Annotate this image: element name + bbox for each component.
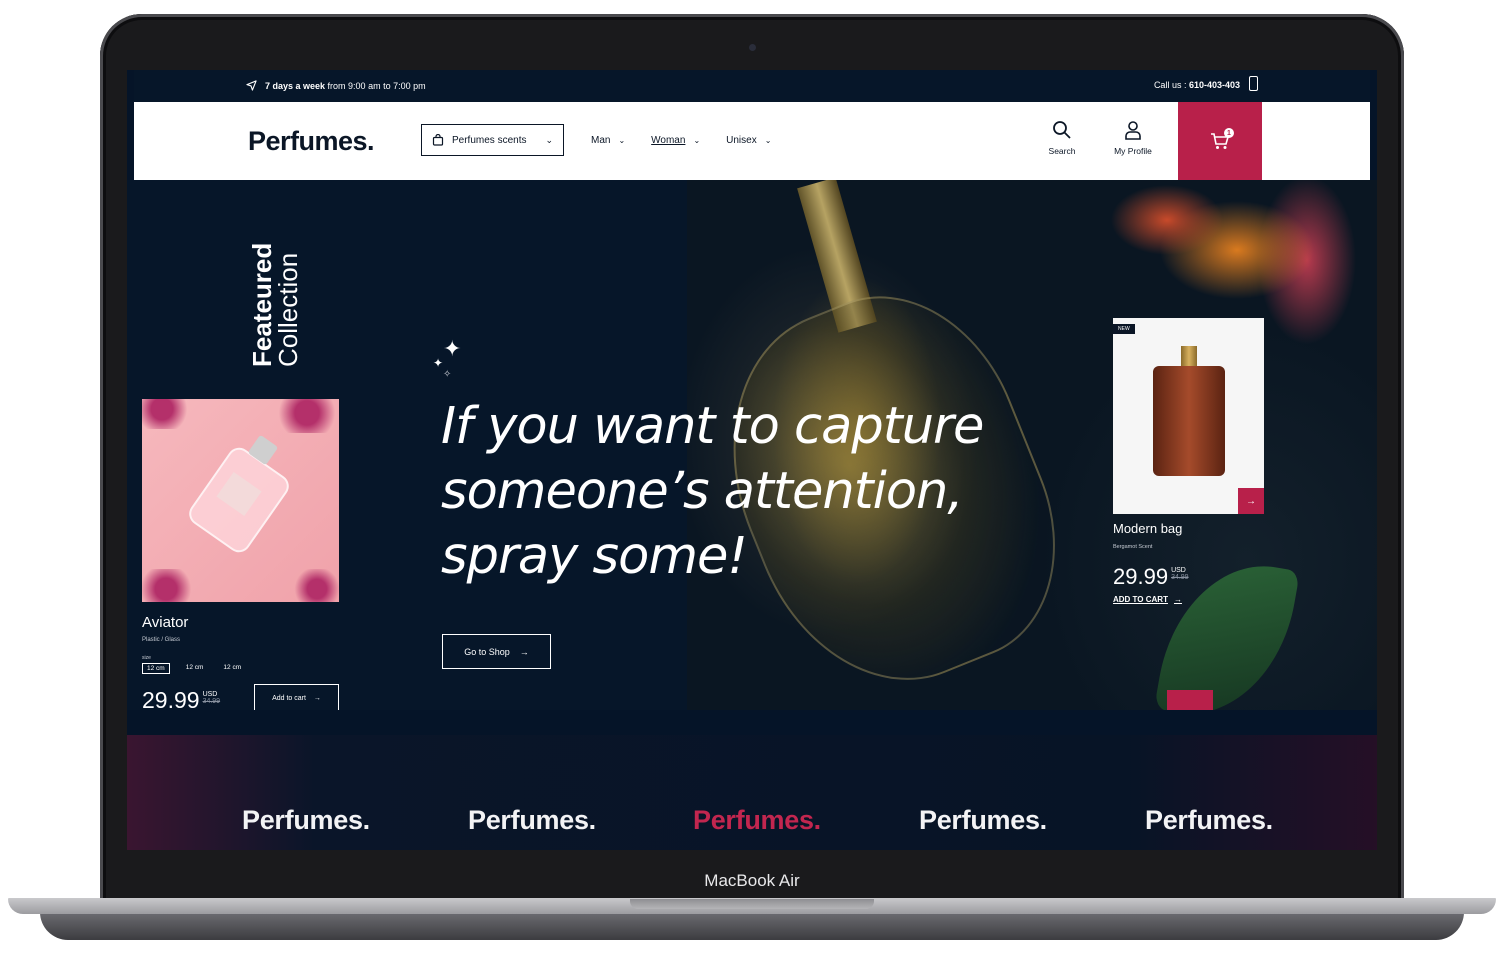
aviator-material: Plastic / Glass: [142, 637, 181, 643]
modern-bag-price-value: 29.99: [1113, 564, 1169, 589]
call-us[interactable]: Call us : 610-403-403: [1154, 80, 1240, 90]
product-arrow-button[interactable]: →: [1238, 488, 1264, 514]
modern-bag-info: Modern bag Bergamot Scent: [1113, 521, 1182, 550]
hinge-notch: [630, 899, 874, 909]
top-info-bar: 7 days a week from 9:00 am to 7:00 pm Ca…: [134, 70, 1370, 102]
search-label: Search: [1048, 146, 1076, 156]
hero-headline: If you want to capture someone’s attenti…: [441, 394, 1001, 589]
floral-decoration: [142, 399, 192, 429]
marquee-logo-highlighted: Perfumes.: [693, 805, 821, 835]
arrow-right-icon: →: [1246, 495, 1256, 507]
marquee-logo: Perfumes.: [242, 805, 370, 835]
menu-man[interactable]: Man ⌄: [591, 135, 625, 146]
price-currency-block: USD 34.99: [1171, 567, 1189, 589]
modern-bag-price: 29.99 USD 34.99: [1113, 565, 1189, 589]
arrow-right-icon: →: [519, 646, 529, 657]
chevron-down-icon: ⌄: [764, 136, 772, 145]
menu-woman[interactable]: Woman ⌄: [651, 135, 700, 146]
menu-man-label: Man: [591, 135, 611, 146]
marquee-logo: Perfumes.: [1145, 805, 1273, 835]
arrow-right-icon: →: [313, 694, 321, 702]
size-option[interactable]: 12 cm: [219, 663, 245, 674]
camera-dot: [749, 44, 756, 51]
add-to-cart-label: Add to cart: [272, 694, 306, 702]
sparkle-icon: ✦ ✦ ✧: [433, 336, 462, 381]
go-to-shop-button[interactable]: Go to Shop →: [442, 634, 551, 669]
floral-decoration: [272, 399, 339, 433]
add-to-cart-link-label: ADD TO CART: [1113, 595, 1168, 604]
main-navbar: Perfumes. Perfumes scents ⌄ Man ⌄ Woman ⌄ …: [134, 102, 1370, 180]
shopping-bag-icon: [432, 134, 444, 146]
marquee-logo: Perfumes.: [468, 805, 596, 835]
headline-line: If you want to capture: [441, 397, 984, 456]
featured-word: Feateured: [247, 242, 277, 367]
cart-count-badge: 1: [1224, 128, 1234, 138]
menu-woman-label: Woman: [651, 135, 686, 146]
aviator-price: 29.99 USD 34.99: [142, 688, 220, 710]
modern-bag-currency: USD: [1171, 567, 1186, 574]
marquee-logo: Perfumes.: [919, 805, 1047, 835]
category-menu: Man ⌄ Woman ⌄ Unisex ⌄: [591, 135, 797, 146]
cart-button[interactable]: 1: [1178, 102, 1262, 180]
laptop-base-bottom: [40, 912, 1464, 940]
chevron-down-icon: ⌄: [545, 134, 553, 145]
menu-unisex-label: Unisex: [726, 135, 757, 146]
profile-button[interactable]: My Profile: [1103, 120, 1163, 156]
modern-bag-product-image[interactable]: NEW →: [1113, 318, 1264, 514]
add-to-cart-button[interactable]: Add to cart →: [254, 684, 339, 710]
call-number: 610-403-403: [1188, 80, 1240, 90]
screen: 7 days a week from 9:00 am to 7:00 pm Ca…: [127, 70, 1377, 850]
arrow-right-icon: →: [1173, 595, 1182, 604]
user-icon: [1125, 121, 1141, 140]
aviator-price-value: 29.99: [142, 687, 200, 710]
featured-collection-title: Feateured Collection: [245, 216, 305, 367]
modern-bag-old-price: 34.99: [1171, 574, 1189, 581]
size-options: 12 cm 12 cm 12 cm: [142, 663, 245, 674]
new-badge: NEW: [1113, 324, 1135, 334]
perfume-scents-dropdown[interactable]: Perfumes scents ⌄: [421, 124, 564, 156]
hero-banner: Feateured Collection Aviator Plastic / G…: [127, 180, 1377, 710]
headline-line: someone’s attention,: [441, 462, 964, 521]
menu-unisex[interactable]: Unisex ⌄: [726, 135, 771, 146]
aviator-old-price: 34.99: [202, 698, 221, 705]
profile-label: My Profile: [1114, 146, 1152, 156]
size-option-selected[interactable]: 12 cm: [142, 663, 170, 674]
bottle-neck: [1181, 346, 1197, 368]
aviator-currency: USD: [202, 691, 218, 698]
add-to-cart-link[interactable]: ADD TO CART →: [1113, 595, 1182, 604]
device-label: MacBook Air: [704, 871, 800, 890]
search-button[interactable]: Search: [1032, 120, 1092, 156]
size-option[interactable]: 12 cm: [182, 663, 208, 674]
perfume-bottle-image: [1153, 366, 1225, 476]
aviator-product-image[interactable]: [142, 399, 339, 602]
slider-next-button[interactable]: →: [1219, 690, 1265, 711]
paper-plane-icon: [246, 80, 257, 91]
price-currency-block: USD 34.99: [203, 691, 221, 705]
floral-decoration: [142, 569, 196, 602]
brand-marquee: Perfumes. Perfumes. Perfumes. Perfumes. …: [127, 735, 1377, 850]
go-to-shop-label: Go to Shop: [464, 646, 510, 657]
arrow-right-icon: →: [1235, 705, 1250, 711]
collection-word: Collection: [273, 252, 303, 367]
arrow-left-icon: ←: [1183, 705, 1198, 711]
hours-days: 7 days a week: [265, 80, 326, 91]
opening-hours: 7 days a week from 9:00 am to 7:00 pm: [246, 80, 426, 91]
hours-times: from 9:00 am to 7:00 pm: [325, 80, 426, 91]
modern-bag-scent: Bergamot Scent: [1113, 544, 1153, 550]
floral-decoration: [292, 569, 339, 602]
slider-prev-button[interactable]: ←: [1167, 690, 1213, 710]
phone-icon: [1249, 76, 1258, 91]
call-label: Call us :: [1153, 80, 1189, 90]
aviator-name[interactable]: Aviator: [142, 614, 245, 631]
site-logo[interactable]: Perfumes.: [248, 126, 375, 157]
aviator-info: Aviator Plastic / Glass size 12 cm 12 cm…: [142, 614, 245, 674]
headline-line: spray some!: [441, 527, 748, 586]
search-icon: [1053, 121, 1071, 139]
chevron-down-icon: ⌄: [693, 136, 701, 145]
scents-label: Perfumes scents: [452, 134, 527, 146]
chevron-down-icon: ⌄: [618, 136, 626, 145]
size-label: size: [142, 655, 151, 661]
modern-bag-name[interactable]: Modern bag: [1113, 521, 1182, 536]
